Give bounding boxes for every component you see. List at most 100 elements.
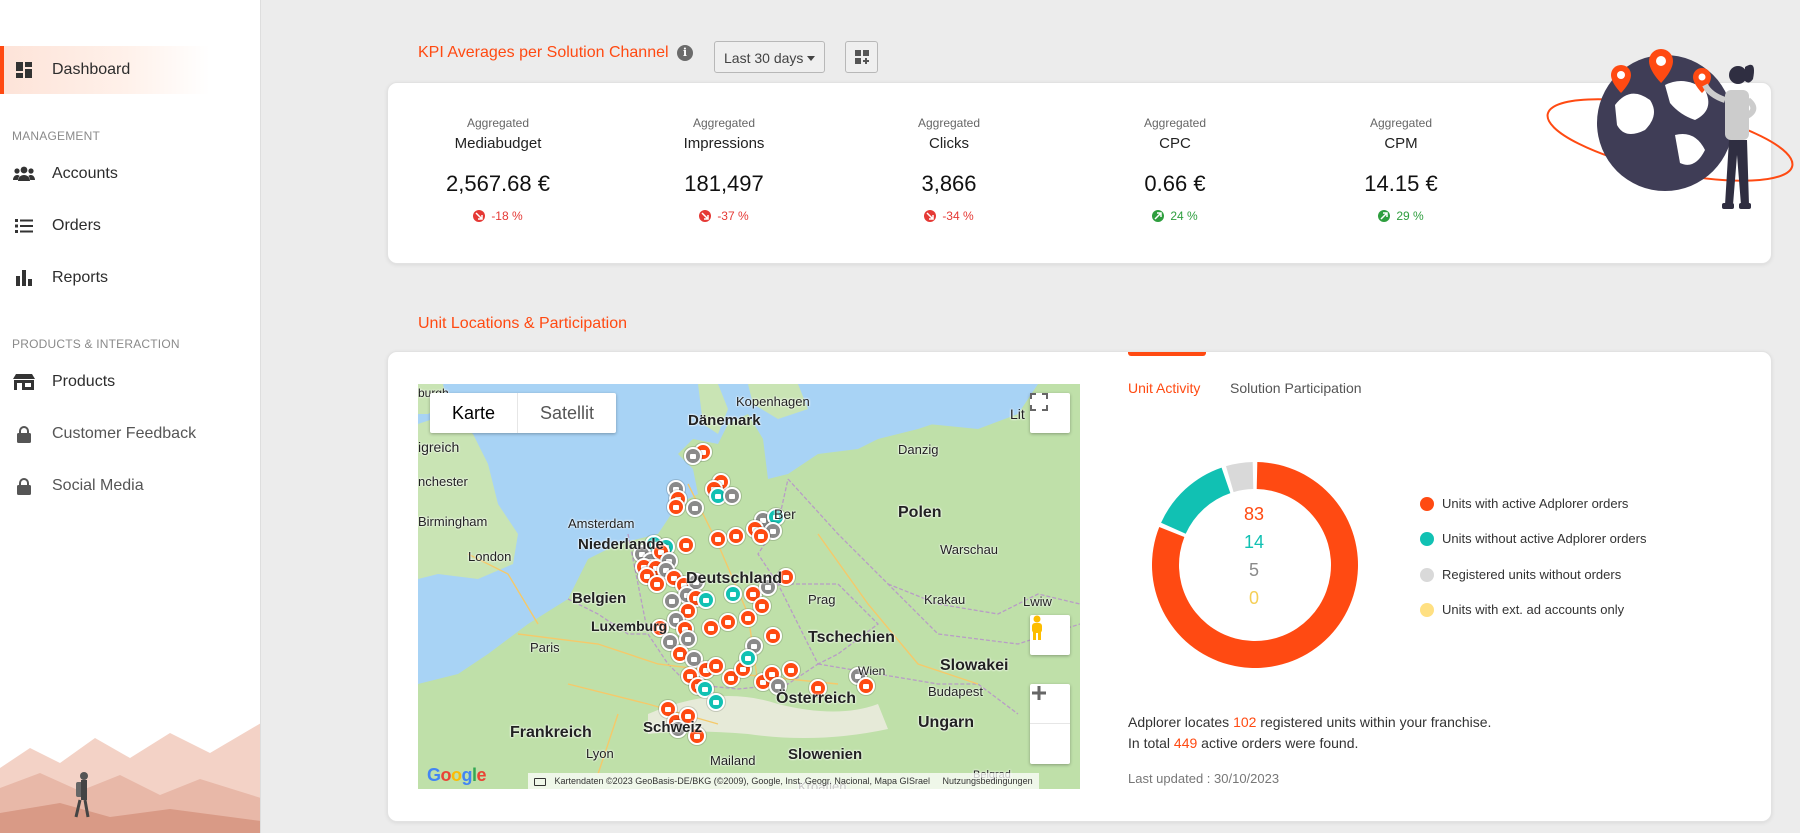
unit-marker[interactable] (707, 657, 725, 675)
map-label-slowakei: Slowakei (940, 657, 1009, 674)
map-type-satellit[interactable]: Satellit (517, 393, 616, 433)
active-orders-count: 449 (1173, 735, 1198, 751)
kpi-delta-value: 24 % (1170, 209, 1198, 223)
map-label-daenemark: Dänemark (688, 412, 761, 429)
nav-customer-feedback-label: Customer Feedback (52, 425, 197, 442)
map-label-danzig: Danzig (898, 442, 939, 457)
count-ext: 0 (1248, 588, 1259, 608)
house-icon (667, 640, 673, 645)
legend-ext: Units with ext. ad accounts only (1420, 602, 1624, 617)
unit-marker[interactable] (686, 499, 704, 517)
fullscreen-button[interactable] (1030, 393, 1070, 433)
nav-social-media[interactable]: Social Media (0, 462, 210, 510)
map-attribution-text: Kartendaten ©2023 GeoBasis-DE/BKG (©2009… (554, 776, 930, 786)
kpi-aggregated-label: Aggregated (1369, 116, 1433, 130)
unit-marker[interactable] (739, 609, 757, 627)
nav-reports-label: Reports (52, 269, 109, 286)
house-icon (713, 700, 719, 705)
kpi-delta: -37 % (634, 209, 814, 223)
management-section-title: MANAGEMENT (12, 129, 101, 143)
map-label-kopenhagen: Kopenhagen (736, 394, 810, 409)
summary-text: Adplorer locates (1128, 714, 1234, 730)
unit-marker[interactable] (702, 619, 720, 637)
info-icon[interactable]: i (677, 45, 693, 61)
map-attribution: Kartendaten ©2023 GeoBasis-DE/BKG (©2009… (528, 773, 1039, 789)
trend-down-icon (699, 210, 712, 222)
house-icon (863, 684, 869, 689)
unit-marker[interactable] (723, 487, 741, 505)
layout-toggle-button[interactable] (845, 41, 878, 73)
legend-registered-label: Registered units without orders (1442, 567, 1622, 582)
unit-marker[interactable] (697, 591, 715, 609)
summary-line-1: Adplorer locates 102 registered units wi… (1128, 714, 1491, 730)
map-terms-link[interactable]: Nutzungsbedingungen (943, 776, 1033, 786)
kpi-name: CPC (1159, 135, 1191, 152)
unit-map[interactable]: burghigreichDänemarkKopenhagenDanzigLitn… (418, 384, 1080, 789)
map-label-lit: Lit (1010, 406, 1025, 422)
kpi-aggregated-label: Aggregated (917, 116, 981, 130)
house-icon (677, 652, 683, 657)
sidebar: Dashboard MANAGEMENT Accounts Orders Rep… (0, 0, 261, 833)
summary-line-2: In total 449 active orders were found. (1128, 735, 1358, 751)
unit-marker[interactable] (752, 527, 770, 545)
list-icon (13, 215, 35, 237)
kpi-aggregated-label: Aggregated (692, 116, 756, 130)
unit-marker[interactable] (677, 536, 695, 554)
unit-marker[interactable] (764, 627, 782, 645)
kpi-value: 2,567.68 € (446, 171, 550, 196)
unit-marker[interactable] (719, 613, 737, 631)
house-icon (702, 687, 708, 692)
nav-reports[interactable]: Reports (0, 254, 210, 302)
map-label-warschau: Warschau (940, 542, 999, 557)
unit-marker[interactable] (857, 677, 875, 695)
map-label-belgien: Belgien (572, 590, 627, 607)
nav-dashboard[interactable]: Dashboard (0, 46, 210, 94)
products-section-title: PRODUCTS & INTERACTION (12, 337, 180, 351)
unit-marker[interactable] (663, 592, 681, 610)
kpi-aggregated-label: Aggregated (1143, 116, 1207, 130)
summary-text: active orders were found. (1197, 735, 1359, 751)
donut-segment-without[interactable] (1161, 467, 1231, 534)
unit-marker[interactable] (667, 498, 685, 516)
map-type-karte[interactable]: Karte (430, 393, 517, 433)
kpi-name: Mediabudget (454, 135, 542, 152)
nav-customer-feedback[interactable]: Customer Feedback (0, 410, 210, 458)
unit-marker[interactable] (684, 447, 702, 465)
grid-plus-icon (854, 50, 869, 64)
map-label-budapest: Budapest (928, 684, 983, 699)
nav-products[interactable]: Products (0, 358, 210, 406)
unit-marker[interactable] (707, 693, 725, 711)
donut-segment-registered[interactable] (1225, 462, 1254, 493)
summary-text: registered units within your franchise. (1256, 714, 1492, 730)
kpi-delta-value: -34 % (942, 209, 974, 223)
nav-orders[interactable]: Orders (0, 202, 210, 250)
unit-marker[interactable] (782, 661, 800, 679)
legend-swatch (1420, 531, 1434, 546)
unit-marker[interactable] (709, 530, 727, 548)
unit-marker[interactable] (648, 575, 666, 593)
pegman-icon (1032, 615, 1042, 640)
chevron-down-icon (807, 56, 815, 61)
kpi-aggregated-label: Aggregated (466, 116, 530, 130)
zoom-out-button[interactable] (1030, 691, 1070, 764)
nav-accounts[interactable]: Accounts (0, 150, 210, 198)
tab-unit-activity[interactable]: Unit Activity (1128, 380, 1200, 396)
lock-icon (13, 423, 35, 445)
tab-solution-participation[interactable]: Solution Participation (1230, 380, 1362, 396)
keyboard-icon[interactable] (534, 777, 546, 786)
nav-products-label: Products (52, 373, 116, 390)
kpi-name: CPM (1384, 135, 1418, 152)
street-view-button[interactable] (1030, 615, 1070, 655)
kpi-value: 0.66 € (1144, 171, 1206, 196)
map-type-toggle[interactable]: Karte Satellit (430, 393, 617, 433)
house-icon (715, 494, 721, 499)
house-icon (759, 604, 765, 609)
date-range-select[interactable]: Last 30 days (714, 41, 825, 73)
unit-marker[interactable] (753, 597, 771, 615)
nav-accounts-label: Accounts (52, 165, 118, 182)
kpi-delta-value: -18 % (491, 209, 523, 223)
unit-marker[interactable] (739, 649, 757, 667)
map-label-krakau: Krakau (924, 592, 966, 607)
unit-marker[interactable] (727, 527, 745, 545)
dashboard-icon (13, 59, 35, 81)
